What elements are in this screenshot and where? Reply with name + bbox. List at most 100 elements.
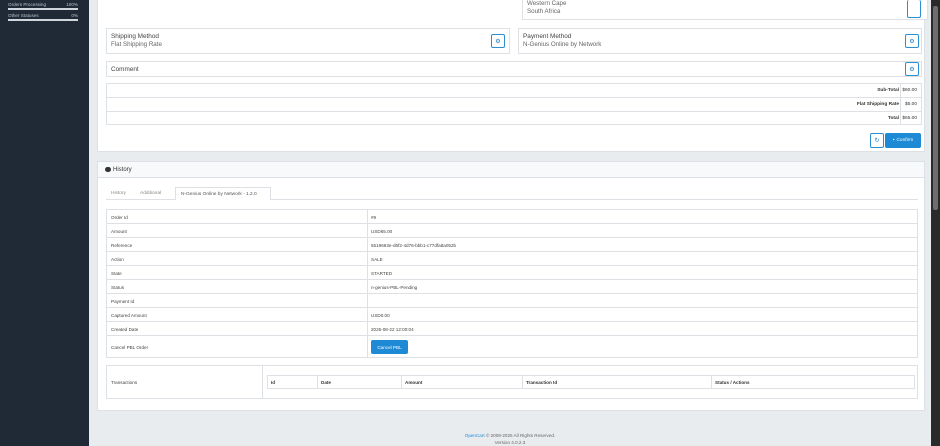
totals-row: Flat Shipping Rate $5.00 (107, 97, 921, 111)
col-divider (522, 376, 523, 388)
payment-settings-button[interactable]: ⚙ (905, 34, 919, 48)
confirm-button[interactable]: ▪ Confirm (885, 133, 921, 148)
stat-value: 100% (66, 2, 78, 7)
total-label: Sub-Total (877, 88, 899, 93)
row-value: USD65.00 (371, 229, 393, 234)
table-row: Payment Id (107, 293, 917, 307)
table-row: Order Id #9 (107, 209, 917, 223)
stat-orders-processing: Orders Processing 100% (0, 1, 89, 7)
gear-icon: ⚙ (909, 38, 915, 45)
row-value: SALE (371, 257, 383, 262)
order-card: Western Cape South Africa Shipping Metho… (97, 0, 928, 152)
col-divider (900, 84, 901, 97)
address-edit-button[interactable] (907, 0, 921, 18)
tab-divider (271, 199, 918, 200)
payment-method-box: Payment Method N-Genius Online by Networ… (518, 28, 922, 54)
row-value: 5519663e-d6f2-4d76-bbb1-c77dfa8a052b (371, 243, 457, 248)
tab-divider (106, 199, 175, 200)
total-value: $60.00 (902, 88, 917, 93)
shipping-settings-button[interactable]: ⚙ (491, 34, 505, 48)
stat-label: Orders Processing (8, 2, 47, 7)
address-line1: Western Cape (527, 0, 567, 7)
table-row: Captured Amount USD0.00 (107, 307, 917, 321)
address-line2: South Africa (527, 8, 561, 15)
col-divider (401, 376, 402, 388)
total-label: Flat Shipping Rate (856, 102, 899, 107)
refresh-icon: ↻ (874, 138, 880, 144)
col-transaction-id: Transaction Id (526, 380, 558, 385)
footer: OpenCart © 2009-2025 All Rights Reserved… (89, 433, 931, 438)
col-divider (317, 376, 318, 388)
col-id: Id (271, 380, 276, 385)
comment-title: Comment (111, 66, 139, 73)
footer-version: Version 4.0.2.3 (494, 440, 526, 445)
payment-title: Payment Method (523, 33, 572, 40)
save-icon: ▪ (892, 138, 895, 143)
shipping-value: Flat Shipping Rate (111, 41, 162, 48)
page-scrollbar[interactable] (931, 0, 940, 446)
table-row: Status n-genius-PBL-Pending (107, 279, 917, 293)
comment-settings-button[interactable]: ⚙ (905, 62, 919, 76)
row-value: n-genius-PBL-Pending (371, 285, 418, 290)
col-amount: Amount (405, 380, 423, 385)
table-row: Action SALE (107, 251, 917, 265)
transactions-header: Id Date Amount Transaction Id Status / A… (267, 375, 915, 389)
history-header: History (98, 162, 924, 178)
col-divider (900, 98, 901, 111)
row-label: Captured Amount (111, 313, 147, 318)
col-divider (262, 366, 263, 398)
shipping-method-box: Shipping Method Flat Shipping Rate ⚙ (106, 28, 510, 54)
row-value: #9 (371, 215, 377, 220)
main-content: Western Cape South Africa Shipping Metho… (89, 0, 931, 446)
stat-value: 0% (71, 13, 78, 18)
table-row: Created Date 2025-08-22 12:00:04 (107, 321, 917, 335)
stat-label: Other Statuses (8, 13, 39, 18)
comment-icon (105, 167, 111, 172)
cancel-pbl-button[interactable]: Cancel PBL (371, 340, 408, 354)
gear-icon: ⚙ (495, 38, 501, 45)
opencart-link[interactable]: OpenCart (465, 433, 485, 438)
total-label: Total (887, 116, 899, 121)
row-label: Created Date (111, 327, 139, 332)
table-row: State STARTED (107, 265, 917, 279)
row-label: Payment Id (111, 299, 135, 304)
row-label: Order Id (111, 215, 128, 220)
row-label: State (111, 271, 122, 276)
transactions-table: Transactions Id Date Amount Transaction … (106, 365, 918, 399)
address-box: Western Cape South Africa (522, 0, 928, 20)
order-info-table: Order Id #9 Amount USD65.00 Reference 55… (106, 209, 918, 358)
gear-icon: ⚙ (909, 66, 915, 73)
col-divider (711, 376, 712, 388)
progress-bar (8, 19, 78, 21)
payment-value: N-Genius Online by Network (523, 41, 602, 48)
table-row: Amount USD65.00 (107, 223, 917, 237)
row-label: Amount (111, 229, 127, 234)
totals-row: Total $65.00 (107, 111, 921, 125)
history-card: History History Additional N-Genius Onli… (97, 161, 925, 411)
table-row: Reference 5519663e-d6f2-4d76-bbb1-c77dfa… (107, 237, 917, 251)
table-row: Cancel PBL Order Cancel PBL (107, 335, 917, 359)
shipping-title: Shipping Method (111, 33, 159, 40)
row-label: Reference (111, 243, 133, 248)
copyright-text: © 2009-2025 All Rights Reserved. (485, 433, 556, 438)
progress-bar (8, 8, 78, 10)
col-status-actions: Status / Actions (715, 380, 750, 385)
history-tabs: History Additional N-Genius Online by Ne… (106, 187, 918, 200)
col-date: Date (321, 380, 331, 385)
row-label: Action (111, 257, 124, 262)
row-label: Status (111, 285, 125, 290)
comment-box: Comment ⚙ (106, 61, 922, 77)
confirm-label: Confirm (896, 138, 914, 143)
row-value: USD0.00 (371, 313, 390, 318)
sidebar: Orders Processing 100% Other Statuses 0% (0, 0, 89, 446)
total-value: $65.00 (902, 116, 917, 121)
col-divider (900, 112, 901, 125)
transactions-label: Transactions (111, 380, 138, 385)
refresh-button[interactable]: ↻ (870, 133, 884, 148)
history-title: History (113, 167, 132, 173)
tab-ngenius[interactable]: N-Genius Online by Network - 1.2.0 (175, 187, 271, 200)
totals-row: Sub-Total $60.00 (107, 83, 921, 97)
row-value: 2025-08-22 12:00:04 (371, 327, 414, 332)
row-label: Cancel PBL Order (111, 345, 149, 350)
scrollbar-thumb[interactable] (933, 6, 938, 210)
